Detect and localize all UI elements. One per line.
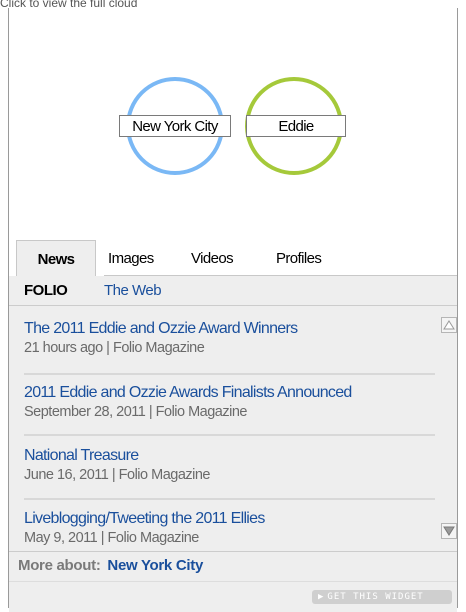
more-about-label: More about: [18,557,101,574]
scroll-down-button[interactable] [441,523,457,539]
news-item-meta: 21 hours ago | Folio Magazine [24,340,205,356]
news-item: The 2011 Eddie and Ozzie Award Winners 2… [24,320,424,356]
subtab-folio[interactable]: FOLIO [24,282,68,299]
clipped-header-text: Click to view the full cloud [0,0,138,8]
news-item-meta: May 9, 2011 | Folio Magazine [24,530,199,546]
news-item-meta: June 16, 2011 | Folio Magazine [24,467,211,483]
get-widget-button[interactable]: ▶ GET THIS WIDGET [312,590,452,604]
tab-profiles[interactable]: Profiles [276,240,322,276]
news-list: The 2011 Eddie and Ozzie Award Winners 2… [9,306,457,550]
news-item-title[interactable]: National Treasure [24,447,424,465]
get-widget-label: GET THIS WIDGET [327,592,424,602]
news-separator [24,373,435,375]
news-item: 2011 Eddie and Ozzie Awards Finalists An… [24,384,424,420]
news-item-title[interactable]: 2011 Eddie and Ozzie Awards Finalists An… [24,384,424,402]
node-label-eddie[interactable]: Eddie [246,115,346,137]
footer-divider [9,581,457,582]
triangle-down-icon [443,526,455,536]
news-item-title[interactable]: Liveblogging/Tweeting the 2011 Ellies [24,510,424,528]
news-separator [24,498,435,500]
tab-news[interactable]: News [16,240,96,276]
play-arrow-icon: ▶ [318,592,325,602]
news-separator [24,434,435,436]
relationship-graph: New York City Eddie [9,8,457,240]
more-divider [9,551,457,552]
tab-images[interactable]: Images [108,240,154,276]
news-item: Liveblogging/Tweeting the 2011 Ellies Ma… [24,510,424,546]
subtab-the-web[interactable]: The Web [104,282,162,299]
news-item-title[interactable]: The 2011 Eddie and Ozzie Award Winners [24,320,424,338]
node-label-new-york-city[interactable]: New York City [119,115,231,137]
tab-bar: News Images Videos Profiles [9,240,457,276]
more-about: More about: New York City [18,557,203,574]
news-item-meta: September 28, 2011 | Folio Magazine [24,404,247,420]
scroll-up-button[interactable] [441,317,457,333]
graph-canvas [126,77,343,175]
news-item: National Treasure June 16, 2011 | Folio … [24,447,424,483]
tab-videos[interactable]: Videos [191,240,234,276]
more-about-link[interactable]: New York City [107,557,203,574]
triangle-up-icon [443,320,455,330]
